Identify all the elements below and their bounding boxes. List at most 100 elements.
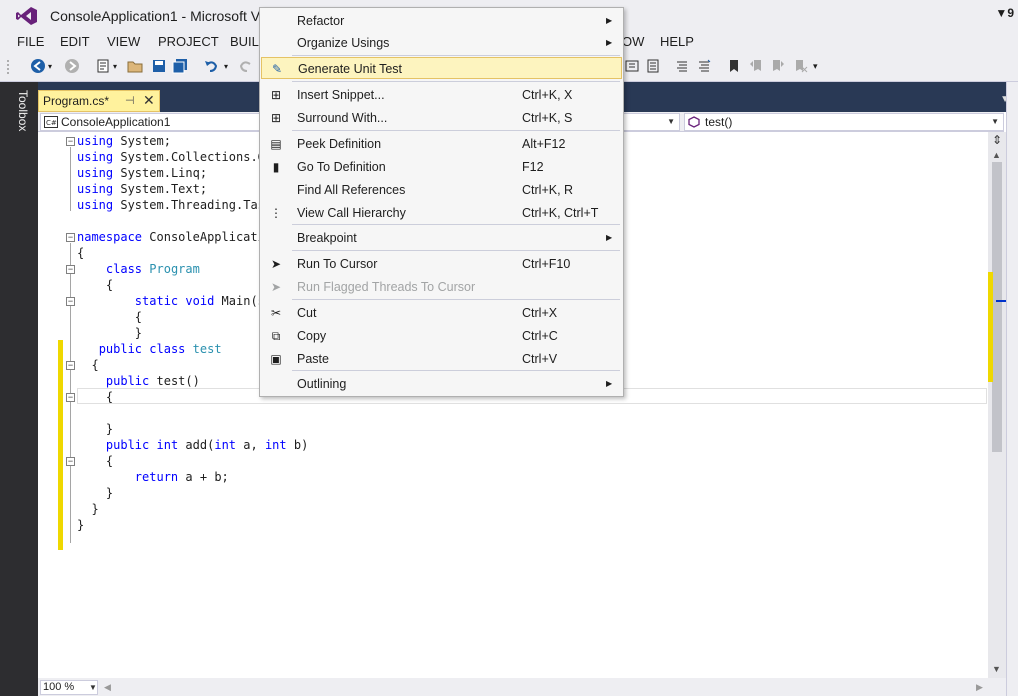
code-line[interactable]: class Program: [77, 261, 200, 277]
fold-toggle[interactable]: −: [66, 137, 75, 146]
context-menu-item-outlining[interactable]: Outlining ▶: [261, 373, 622, 395]
notification-count: 9: [1007, 6, 1014, 20]
fold-toggle[interactable]: −: [66, 361, 75, 370]
scroll-up-icon[interactable]: ▲: [992, 150, 1001, 160]
fold-toggle[interactable]: −: [66, 457, 75, 466]
save-icon[interactable]: [151, 58, 167, 74]
navigate-back-icon[interactable]: [30, 58, 46, 74]
toolbar-icon-a[interactable]: [624, 58, 640, 74]
document-tab-program-cs[interactable]: Program.cs* ⊣ ✕: [38, 90, 160, 112]
code-line[interactable]: }: [77, 501, 98, 517]
code-line[interactable]: public test(): [77, 373, 200, 389]
csharp-project-icon: C#: [44, 116, 58, 128]
redo-icon[interactable]: [238, 58, 254, 74]
context-menu-item-copy[interactable]: ⧉ Copy Ctrl+C: [261, 325, 622, 347]
code-line[interactable]: using System.Linq;: [77, 165, 207, 181]
notification-indicator[interactable]: ▼9: [995, 6, 1014, 20]
prev-bookmark-icon[interactable]: [748, 58, 764, 74]
scroll-right-icon[interactable]: ▶: [976, 682, 983, 693]
code-line[interactable]: static void Main(s: [77, 293, 265, 309]
context-menu-label: Surround With...: [297, 111, 388, 125]
code-line[interactable]: using System.Text;: [77, 181, 207, 197]
menu-view[interactable]: VIEW: [107, 34, 140, 49]
code-line[interactable]: {: [77, 309, 142, 325]
toolbar-overflow-icon[interactable]: ▾: [813, 61, 829, 77]
fold-toggle[interactable]: −: [66, 265, 75, 274]
code-line[interactable]: {: [77, 453, 113, 469]
context-menu-item-peek-definition[interactable]: ▤ Peek Definition Alt+F12: [261, 133, 622, 155]
menu-build[interactable]: BUIL: [230, 34, 259, 49]
context-menu-item-refactor[interactable]: Refactor ▶: [261, 10, 622, 32]
context-menu-item-insert-snippet[interactable]: ⊞ Insert Snippet... Ctrl+K, X: [261, 84, 622, 106]
uncomment-lines-icon[interactable]: [696, 58, 712, 74]
context-menu-item-find-all-references[interactable]: Find All References Ctrl+K, R: [261, 179, 622, 201]
context-menu-item-go-to-definition[interactable]: ▮ Go To Definition F12: [261, 156, 622, 178]
chevron-down-icon[interactable]: ▼: [89, 683, 97, 692]
bookmark-icon[interactable]: [726, 58, 742, 74]
pin-tab-icon[interactable]: ⊣: [125, 94, 135, 107]
member-dropdown[interactable]: test() ▼: [684, 113, 1004, 131]
toolbox-tab[interactable]: Toolbox: [8, 86, 30, 146]
context-menu-label: Go To Definition: [297, 160, 386, 174]
code-line[interactable]: return a + b;: [77, 469, 229, 485]
menu-edit[interactable]: EDIT: [60, 34, 90, 49]
toolbar-icon-b[interactable]: [645, 58, 661, 74]
context-menu-item-paste[interactable]: ▣ Paste Ctrl+V: [261, 348, 622, 370]
context-menu-item-run-flagged-threads-to-cursor[interactable]: ➤ Run Flagged Threads To Cursor: [261, 276, 622, 298]
scrollbar-thumb[interactable]: [992, 162, 1002, 452]
code-line[interactable]: }: [77, 485, 113, 501]
code-line[interactable]: public class test: [77, 341, 222, 357]
submenu-arrow-icon: ▶: [606, 16, 613, 25]
back-dropdown-icon[interactable]: ▾: [48, 62, 64, 78]
code-line[interactable]: {: [77, 389, 113, 405]
undo-icon[interactable]: [203, 58, 219, 74]
editor-bottom-bar: [38, 678, 1006, 696]
code-line[interactable]: using System.Collections.G: [77, 149, 265, 165]
fold-toggle[interactable]: −: [66, 393, 75, 402]
context-menu-item-generate-unit-test[interactable]: ✎ Generate Unit Test: [261, 57, 622, 79]
code-line[interactable]: using System;: [77, 133, 171, 149]
context-menu-label: Organize Usings: [297, 36, 390, 50]
context-menu-item-breakpoint[interactable]: Breakpoint ▶: [261, 227, 622, 249]
save-all-icon[interactable]: [172, 58, 188, 74]
menu-separator: [292, 370, 620, 371]
toolbar-grip[interactable]: [6, 59, 10, 75]
new-project-icon[interactable]: [95, 58, 111, 74]
context-menu-item-view-call-hierarchy[interactable]: ⋮ View Call Hierarchy Ctrl+K, Ctrl+T: [261, 202, 622, 224]
fold-toggle[interactable]: −: [66, 233, 75, 242]
scrollbar-caret-marker: [996, 300, 1006, 302]
context-menu-item-run-to-cursor[interactable]: ➤ Run To Cursor Ctrl+F10: [261, 253, 622, 275]
context-menu-shortcut: Ctrl+F10: [522, 257, 571, 271]
open-file-icon[interactable]: [127, 58, 143, 74]
context-menu-item-surround-with[interactable]: ⊞ Surround With... Ctrl+K, S: [261, 107, 622, 129]
code-line[interactable]: public int add(int a, int b): [77, 437, 308, 453]
context-menu-item-organize-usings[interactable]: Organize Usings ▶: [261, 32, 622, 54]
code-line[interactable]: using System.Threading.Tas: [77, 197, 265, 213]
code-line[interactable]: {: [77, 277, 113, 293]
split-window-icon[interactable]: ⇕: [991, 134, 1003, 148]
code-line[interactable]: {: [77, 357, 98, 373]
context-menu-item-cut[interactable]: ✂ Cut Ctrl+X: [261, 302, 622, 324]
menu-help[interactable]: HELP: [660, 34, 694, 49]
left-tool-strip: [0, 82, 38, 696]
code-line[interactable]: namespace ConsoleApplicati: [77, 229, 265, 245]
scroll-down-icon[interactable]: ▼: [992, 664, 1001, 674]
code-line[interactable]: }: [77, 325, 142, 341]
code-line[interactable]: }: [77, 517, 84, 533]
menu-window[interactable]: OW: [622, 34, 644, 49]
navigate-forward-icon[interactable]: [64, 58, 80, 74]
scroll-left-icon[interactable]: ◀: [104, 682, 111, 693]
clear-bookmarks-icon[interactable]: [792, 58, 808, 74]
menu-separator: [292, 299, 620, 300]
context-menu-shortcut: Ctrl+C: [522, 329, 558, 343]
menu-project[interactable]: PROJECT: [158, 34, 219, 49]
context-menu-label: Run Flagged Threads To Cursor: [297, 280, 476, 294]
menu-separator: [292, 250, 620, 251]
next-bookmark-icon[interactable]: [770, 58, 786, 74]
fold-toggle[interactable]: −: [66, 297, 75, 306]
code-line[interactable]: {: [77, 245, 84, 261]
code-line[interactable]: }: [77, 421, 113, 437]
comment-lines-icon[interactable]: [674, 58, 690, 74]
close-tab-icon[interactable]: ✕: [143, 92, 155, 109]
menu-file[interactable]: FILE: [17, 34, 44, 49]
